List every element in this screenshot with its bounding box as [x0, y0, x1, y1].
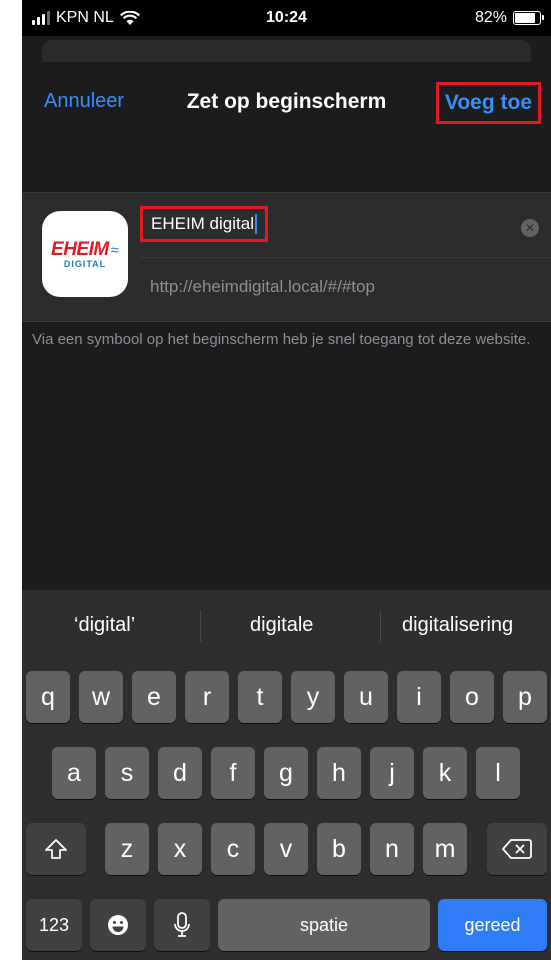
key-k[interactable]: k [423, 747, 467, 799]
key-n[interactable]: n [370, 823, 414, 875]
app-icon: EHEIM ≈ DIGITAL [42, 211, 128, 297]
backspace-icon [502, 839, 532, 859]
key-d[interactable]: d [158, 747, 202, 799]
bookmark-card: EHEIM ≈ DIGITAL EHEIM digital ✕ http://e… [22, 192, 551, 322]
key-o[interactable]: o [450, 671, 494, 723]
numbers-key[interactable]: 123 [26, 899, 82, 951]
emoji-key[interactable] [90, 899, 146, 951]
key-l[interactable]: l [476, 747, 520, 799]
keyboard: ‘digital’ digitale digitalisering q w e … [22, 590, 551, 960]
add-to-home-sheet: Annuleer Zet op beginscherm Voeg toe EHE… [22, 62, 551, 590]
logo-subtext: DIGITAL [63, 259, 107, 269]
url-label: http://eheimdigital.local/#/#top [150, 277, 375, 296]
status-time: 10:24 [266, 9, 307, 26]
backspace-key[interactable] [487, 823, 547, 875]
key-h[interactable]: h [317, 747, 361, 799]
suggestion-bar: ‘digital’ digitale digitalisering [22, 590, 551, 662]
key-z[interactable]: z [105, 823, 149, 875]
key-q[interactable]: q [26, 671, 70, 723]
suggestion-divider [380, 610, 381, 642]
key-x[interactable]: x [158, 823, 202, 875]
emoji-icon [108, 915, 128, 935]
status-bar: KPN NL 10:24 82% [22, 0, 551, 36]
key-r[interactable]: r [185, 671, 229, 723]
name-input-value: EHEIM digital [151, 214, 254, 233]
key-p[interactable]: p [503, 671, 547, 723]
key-u[interactable]: u [344, 671, 388, 723]
suggestion-item[interactable]: digitalisering [402, 614, 513, 637]
help-text: Via een symbool op het beginscherm heb j… [32, 331, 531, 348]
key-g[interactable]: g [264, 747, 308, 799]
name-input[interactable]: EHEIM digital [140, 206, 268, 242]
shift-key[interactable] [26, 823, 86, 875]
key-t[interactable]: t [238, 671, 282, 723]
nav-bar: Annuleer Zet op beginscherm Voeg toe [22, 62, 551, 142]
suggestion-item[interactable]: digitale [250, 614, 313, 637]
text-cursor [254, 214, 257, 234]
battery-icon [513, 11, 544, 25]
add-button[interactable]: Voeg toe [435, 82, 541, 124]
suggestion-item[interactable]: ‘digital’ [74, 614, 135, 637]
key-f[interactable]: f [211, 747, 255, 799]
key-w[interactable]: w [79, 671, 123, 723]
key-m[interactable]: m [423, 823, 467, 875]
key-y[interactable]: y [291, 671, 335, 723]
key-c[interactable]: c [211, 823, 255, 875]
battery-percentage: 82% [474, 9, 507, 26]
space-key[interactable]: spatie [218, 899, 430, 951]
key-s[interactable]: s [105, 747, 149, 799]
key-v[interactable]: v [264, 823, 308, 875]
field-divider [140, 257, 551, 258]
microphone-icon [174, 912, 190, 937]
suggestion-divider [200, 610, 201, 642]
key-e[interactable]: e [132, 671, 176, 723]
key-i[interactable]: i [397, 671, 441, 723]
key-b[interactable]: b [317, 823, 361, 875]
key-j[interactable]: j [370, 747, 414, 799]
dictation-key[interactable] [154, 899, 210, 951]
phone-screen: KPN NL 10:24 82% Annuleer Zet op beginsc… [22, 0, 551, 960]
shift-icon [45, 839, 67, 859]
clear-icon[interactable]: ✕ [521, 219, 539, 237]
done-key[interactable]: gereed [438, 899, 547, 951]
logo-text: EHEIM [51, 239, 109, 260]
wifi-waves-icon: ≈ [110, 241, 119, 259]
key-a[interactable]: a [52, 747, 96, 799]
